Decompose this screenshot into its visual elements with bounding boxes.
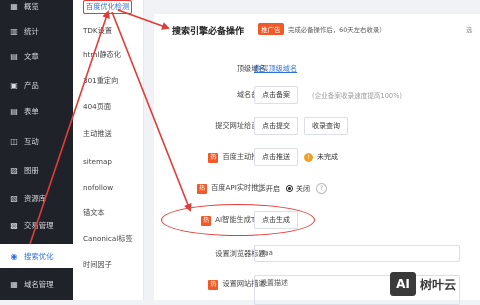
submenu-item-html-static[interactable]: html静态化 bbox=[73, 44, 143, 66]
submenu-item-label: 锚文本 bbox=[83, 208, 105, 217]
api-off-label: 关闭 bbox=[296, 184, 310, 193]
submenu-item-nofollow[interactable]: nofollow bbox=[73, 176, 143, 198]
sidebar-item-trade[interactable]: ▩ 交易管理 bbox=[0, 213, 73, 237]
hot-badge: 热 bbox=[208, 280, 219, 290]
sidebar-item-label: 域名管理 bbox=[24, 279, 54, 289]
sidebar-item-label: 搜索优化 bbox=[24, 251, 54, 261]
sidebar-item-gallery[interactable]: ▨ 图册 bbox=[0, 158, 73, 182]
submenu-item-active-push[interactable]: 主动推送 bbox=[73, 123, 143, 145]
submenu-item-label: 时间因子 bbox=[83, 260, 112, 269]
sidebar-item-articles[interactable]: ▤ 文章 bbox=[0, 44, 73, 68]
submenu-item-label: 404页面 bbox=[83, 102, 112, 111]
submenu-item-time-factor[interactable]: 时间因子 bbox=[73, 254, 143, 276]
sidebar-item-label: 资源库 bbox=[24, 193, 47, 203]
form-icon: ▤ bbox=[10, 106, 18, 116]
submenu-item-label: 301重定向 bbox=[83, 76, 119, 85]
folder-icon: ▧ bbox=[10, 193, 18, 203]
promo-badge: 推广告 bbox=[258, 23, 284, 35]
sidebar-item-label: 表单 bbox=[24, 106, 39, 116]
api-on-label: 开启 bbox=[266, 184, 280, 193]
record-button[interactable]: 点击备案 bbox=[254, 86, 298, 104]
watermark: AI 树叶云 bbox=[390, 272, 456, 296]
hot-badge: 热 bbox=[208, 153, 219, 163]
submenu-item-404[interactable]: 404页面 bbox=[73, 96, 143, 118]
seo-panel: 搜索引擎必备操作 推广告 完成必备操作后，60天左右收录） 选 顶级域名: 购买… bbox=[154, 14, 480, 305]
push-status: ! 未完成 bbox=[304, 152, 338, 162]
grid-icon: ▦ bbox=[10, 1, 18, 11]
panel-title: 搜索引擎必备操作 bbox=[172, 27, 245, 37]
submenu-item-label: nofollow bbox=[83, 182, 114, 192]
submenu-item-label: html静态化 bbox=[83, 50, 121, 59]
watermark-text: 树叶云 bbox=[420, 277, 457, 292]
globe-icon: ▦ bbox=[10, 279, 18, 289]
hot-badge: 热 bbox=[197, 184, 208, 194]
record-note: (企业备案收录速度提高100%) bbox=[312, 92, 402, 100]
watermark-logo: AI bbox=[390, 272, 416, 296]
sidebar-item-interaction[interactable]: ◫ 互动 bbox=[0, 129, 73, 153]
sidebar-item-label: 产品 bbox=[24, 80, 39, 90]
submenu-item-label: 百度优化检测 bbox=[83, 0, 133, 14]
warning-icon: ! bbox=[304, 152, 313, 162]
submenu-item-anchor-text[interactable]: 锚文本 bbox=[73, 202, 143, 224]
index-query-button[interactable]: 收录查询 bbox=[304, 117, 348, 135]
submenu-item-canonical[interactable]: Canonical标签 bbox=[73, 228, 143, 250]
image-icon: ▨ bbox=[10, 165, 18, 175]
sidebar-item-overview[interactable]: ▦ 概览 bbox=[0, 0, 73, 18]
panel-hint: 完成必备操作后，60天左右收录） bbox=[288, 26, 386, 34]
annotation-oval-spacer bbox=[248, 204, 314, 234]
sidebar-item-label: 统计 bbox=[24, 26, 39, 36]
submenu-item-label: 主动推送 bbox=[83, 129, 112, 138]
submit-button[interactable]: 点击提交 bbox=[254, 117, 298, 135]
help-icon[interactable]: ? bbox=[316, 183, 327, 194]
sidebar-item-label: 概览 bbox=[24, 1, 39, 11]
main-sidebar: ▦ 概览 ▥ 统计 ▤ 文章 ▣ 产品 ▤ 表单 ◫ 互动 ▨ 图册 ▧ 资源库… bbox=[0, 0, 73, 300]
sidebar-item-resources[interactable]: ▧ 资源库 bbox=[0, 186, 73, 210]
sidebar-item-forms[interactable]: ▤ 表单 bbox=[0, 99, 73, 123]
sidebar-item-products[interactable]: ▣ 产品 bbox=[0, 73, 73, 97]
sidebar-item-label: 互动 bbox=[24, 136, 39, 146]
push-button[interactable]: 点击推送 bbox=[254, 148, 298, 166]
submenu-item-sitemap[interactable]: sitemap bbox=[73, 150, 143, 172]
panel-hint-right: 选 bbox=[466, 26, 473, 34]
submenu-item-label: TDK设置 bbox=[83, 26, 113, 35]
chat-icon: ◫ bbox=[10, 136, 18, 146]
search-icon: ◉ bbox=[10, 251, 18, 261]
submenu-item-label: Canonical标签 bbox=[83, 234, 133, 243]
cart-icon: ▩ bbox=[10, 220, 18, 230]
api-on-radio[interactable] bbox=[256, 185, 263, 192]
api-toggle-group: 开启 关闭 ? bbox=[250, 183, 327, 194]
api-off-radio[interactable] bbox=[286, 185, 293, 192]
submenu-item-301[interactable]: 301重定向 bbox=[73, 70, 143, 92]
sidebar-item-stats[interactable]: ▥ 统计 bbox=[0, 19, 73, 43]
sidebar-item-domains[interactable]: ▦ 域名管理 bbox=[0, 272, 73, 296]
sidebar-item-label: 交易管理 bbox=[24, 220, 54, 230]
chart-icon: ▥ bbox=[10, 26, 18, 36]
document-icon: ▤ bbox=[10, 51, 18, 61]
buy-domain-link[interactable]: 购买顶级域名 bbox=[254, 64, 297, 74]
submenu-item-baidu-check[interactable]: 百度优化检测 bbox=[73, 0, 143, 18]
browser-title-input[interactable]: aaa bbox=[254, 245, 460, 262]
box-icon: ▣ bbox=[10, 80, 18, 90]
push-status-text: 未完成 bbox=[317, 153, 338, 161]
submenu-item-label: sitemap bbox=[83, 156, 112, 166]
sidebar-item-label: 图册 bbox=[24, 165, 39, 175]
sidebar-item-label: 文章 bbox=[24, 51, 39, 61]
seo-submenu: 百度优化检测 TDK设置 html静态化 301重定向 404页面 主动推送 s… bbox=[73, 0, 144, 300]
sidebar-item-seo[interactable]: ◉ 搜索优化 bbox=[0, 244, 73, 268]
submenu-item-tdk[interactable]: TDK设置 bbox=[73, 20, 143, 42]
